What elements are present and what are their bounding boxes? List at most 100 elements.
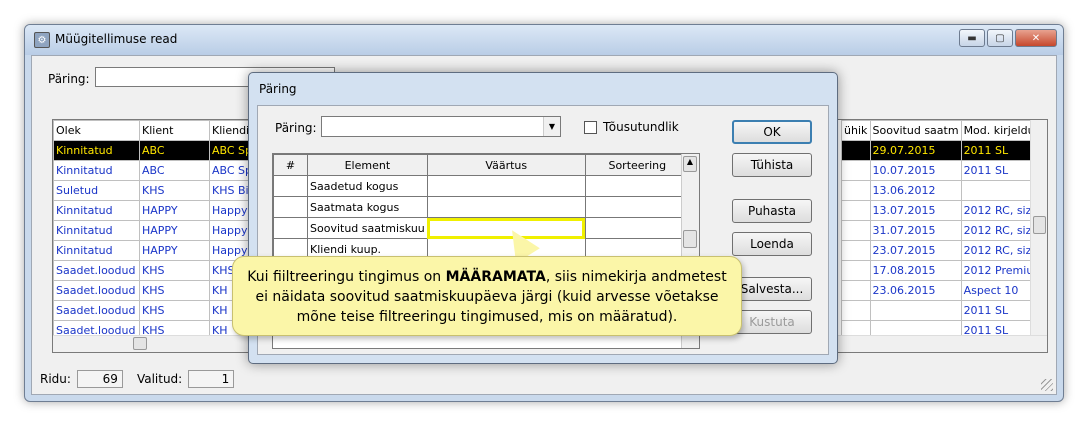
grid-row[interactable]: Kinnitatud HAPPY Happy: [53, 200, 270, 221]
save-button[interactable]: Salvesta...: [732, 277, 812, 301]
clear-button[interactable]: Puhasta: [732, 199, 812, 223]
grid-cell[interactable]: Saadet.loodud: [53, 300, 140, 321]
dialog-title: Päring: [259, 82, 297, 96]
criteria-scroll-thumb[interactable]: [683, 230, 697, 248]
grid-header-cell[interactable]: Olek: [53, 120, 140, 141]
grid-right-cell[interactable]: 23.07.2015: [869, 240, 962, 261]
grid-right-cell[interactable]: [841, 200, 871, 221]
grid-cell[interactable]: Suletud: [53, 180, 140, 201]
grid-right-cell[interactable]: 13.06.2012: [869, 180, 962, 201]
grid-right-cell[interactable]: 13.07.2015: [869, 200, 962, 221]
read-button[interactable]: Loenda: [732, 232, 812, 256]
grid-right-row[interactable]: 31.07.2015 2012 RC, size: [841, 220, 1047, 241]
grid-right-row[interactable]: 23.06.2015 Aspect 10: [841, 280, 1047, 301]
ok-button[interactable]: OK: [732, 120, 812, 144]
criteria-cell[interactable]: [273, 196, 308, 218]
grid-cell[interactable]: ABC: [139, 140, 210, 161]
title-bar[interactable]: ⚙ Müügitellimuse read ▬ ▢ ✕: [25, 25, 1063, 55]
criteria-header-cell[interactable]: Element: [307, 154, 428, 176]
grid-cell[interactable]: Saadet.loodud: [53, 280, 140, 301]
maximize-button[interactable]: ▢: [987, 29, 1013, 47]
grid-vertical-scroll-thumb[interactable]: [1033, 216, 1046, 234]
grid-right-cell[interactable]: [841, 260, 871, 281]
criteria-header-row: # Element Väärtus Sorteering: [273, 154, 690, 176]
grid-cell[interactable]: Kinnitatud: [53, 160, 140, 181]
grid-right-cell[interactable]: [841, 220, 871, 241]
grid-right-cell[interactable]: 10.07.2015: [869, 160, 962, 181]
criteria-header-cell[interactable]: Väärtus: [426, 154, 586, 176]
grid-right-cell[interactable]: [841, 240, 871, 261]
grid-right-cell[interactable]: [841, 300, 871, 321]
app-icon: ⚙: [34, 32, 50, 48]
criteria-row[interactable]: Saadetud kogus: [273, 175, 690, 197]
grid-cell[interactable]: HAPPY: [139, 240, 210, 261]
criteria-cell[interactable]: [584, 175, 690, 197]
grid-horizontal-scroll-thumb[interactable]: [133, 337, 147, 350]
criteria-cell[interactable]: [273, 217, 308, 239]
grid-row[interactable]: Kinnitatud HAPPY Happy: [53, 220, 270, 241]
grid-vertical-scrollbar[interactable]: [1030, 120, 1047, 336]
criteria-cell[interactable]: Saadetud kogus: [307, 175, 428, 197]
grid-header-row: Olek Klient Kliendi: [53, 120, 270, 141]
criteria-header-cell[interactable]: Sorteering: [584, 154, 690, 176]
grid-cell[interactable]: Kinnitatud: [53, 240, 140, 261]
grid-right-cell[interactable]: 29.07.2015: [869, 140, 962, 161]
grid-right-row[interactable]: 13.06.2012: [841, 180, 1047, 201]
grid-right-cell[interactable]: [869, 300, 962, 321]
grid-right-row[interactable]: 10.07.2015 2011 SL: [841, 160, 1047, 181]
rows-count: 69: [76, 370, 123, 388]
grid-right-header-cell[interactable]: ühik: [841, 120, 871, 141]
criteria-cell[interactable]: Saatmata kogus: [307, 196, 428, 218]
grid-right-row[interactable]: 2011 SL: [841, 300, 1047, 321]
grid-cell[interactable]: Kinnitatud: [53, 200, 140, 221]
criteria-cell[interactable]: [426, 175, 586, 197]
grid-cell[interactable]: HAPPY: [139, 200, 210, 221]
grid-header-cell[interactable]: Klient: [139, 120, 210, 141]
grid-row[interactable]: Suletud KHS KHS Bi: [53, 180, 270, 201]
criteria-row[interactable]: Soovitud saatmiskuu: [273, 217, 690, 239]
grid-cell[interactable]: ABC: [139, 160, 210, 181]
close-button[interactable]: ✕: [1015, 29, 1057, 47]
grid-cell[interactable]: Kinnitatud: [53, 140, 140, 161]
grid-right-row[interactable]: 17.08.2015 2012 Premium: [841, 260, 1047, 281]
grid-right-header-row: ühik Soovitud saatm Mod. kirjeldus: [841, 120, 1047, 141]
grid-right-row[interactable]: 13.07.2015 2012 RC, size: [841, 200, 1047, 221]
grid-right-row[interactable]: 29.07.2015 2011 SL: [841, 140, 1047, 161]
grid-right-cell[interactable]: [841, 140, 871, 161]
criteria-cell[interactable]: [584, 196, 690, 218]
grid-cell[interactable]: KHS: [139, 300, 210, 321]
minimize-button[interactable]: ▬: [959, 29, 985, 47]
grid-right-cell[interactable]: 17.08.2015: [869, 260, 962, 281]
grid-right-row[interactable]: 23.07.2015 2012 RC, size: [841, 240, 1047, 261]
grid-right-cell[interactable]: [841, 160, 871, 181]
criteria-cell[interactable]: [273, 175, 308, 197]
grid-cell[interactable]: Saadet.loodud: [53, 260, 140, 281]
grid-row[interactable]: Kinnitatud ABC ABC Sp: [53, 140, 270, 161]
criteria-cell[interactable]: Soovitud saatmiskuu: [307, 217, 428, 239]
help-callout: Kui fiiltreeringu tingimus on MÄÄRAMATA,…: [232, 256, 742, 336]
grid-right-header-cell[interactable]: Soovitud saatm: [869, 120, 962, 141]
checkbox-box[interactable]: [584, 120, 597, 134]
grid-right-cell[interactable]: [841, 280, 871, 301]
criteria-cell[interactable]: [584, 217, 690, 239]
criteria-cell[interactable]: [426, 196, 586, 218]
cancel-button[interactable]: Tühista: [732, 153, 812, 177]
grid-cell[interactable]: KHS: [139, 260, 210, 281]
callout-text-start: Kui fiiltreeringu tingimus on: [247, 269, 446, 285]
criteria-row[interactable]: Saatmata kogus: [273, 196, 690, 218]
ascending-checkbox[interactable]: Tõusutundlik: [584, 120, 679, 134]
grid-cell[interactable]: Kinnitatud: [53, 220, 140, 241]
grid-right-cell[interactable]: 23.06.2015: [869, 280, 962, 301]
query-select[interactable]: ▼: [321, 116, 561, 137]
grid-cell[interactable]: KHS: [139, 180, 210, 201]
grid-cell[interactable]: KHS: [139, 280, 210, 301]
grid-right-cell[interactable]: [841, 180, 871, 201]
grid-row[interactable]: Kinnitatud ABC ABC Sp: [53, 160, 270, 181]
grid-cell[interactable]: HAPPY: [139, 220, 210, 241]
resize-grip[interactable]: [1041, 379, 1053, 391]
chevron-down-icon[interactable]: ▼: [543, 117, 560, 136]
delete-button[interactable]: Kustuta: [732, 310, 812, 334]
criteria-header-cell[interactable]: #: [273, 154, 308, 176]
scroll-up-icon[interactable]: ▲: [683, 156, 697, 172]
grid-right-cell[interactable]: 31.07.2015: [869, 220, 962, 241]
